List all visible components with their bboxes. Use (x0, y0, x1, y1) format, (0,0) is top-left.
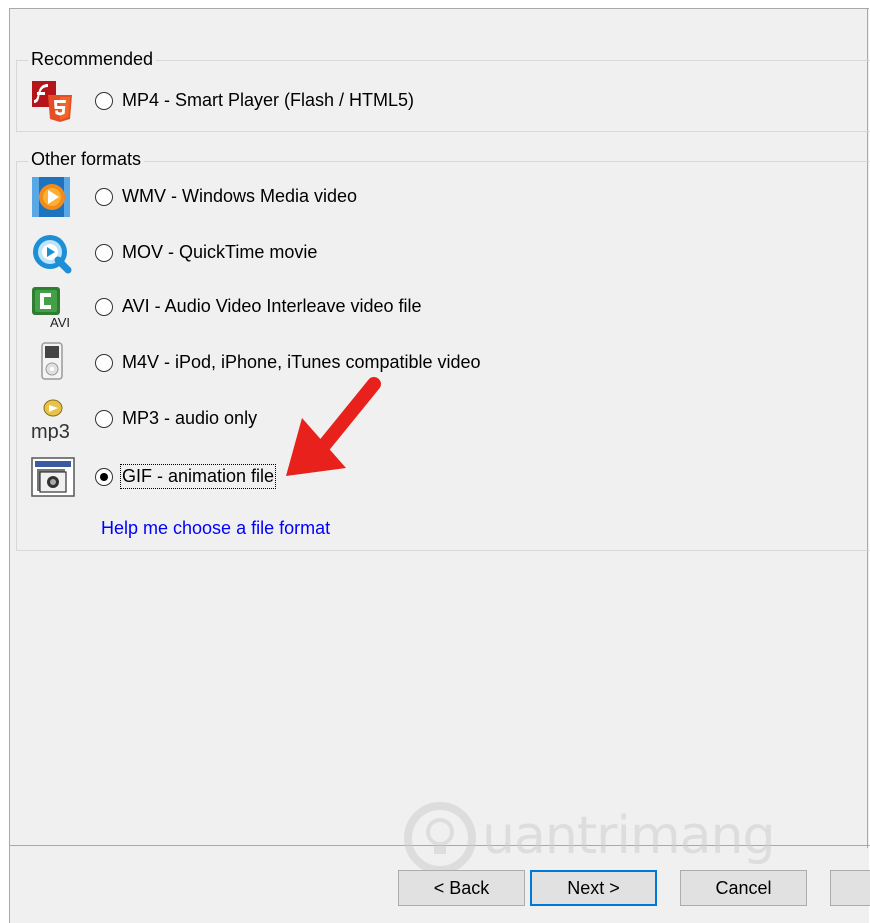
mp3-icon: mp3 (31, 399, 70, 441)
mp3-icon-text: mp3 (31, 421, 70, 441)
mov-label[interactable]: MOV - QuickTime movie (122, 242, 317, 263)
mp4-radio[interactable] (95, 92, 113, 110)
lightbulb-icon (404, 802, 476, 874)
gif-radio[interactable] (95, 468, 113, 486)
avi-icon: AVI (32, 287, 70, 329)
wmv-label[interactable]: WMV - Windows Media video (122, 186, 357, 207)
mp3-label[interactable]: MP3 - audio only (122, 408, 257, 429)
recommended-group-title: Recommended (28, 49, 157, 70)
windows-media-icon (32, 177, 70, 217)
gif-label[interactable]: GIF - animation file (119, 464, 277, 489)
ipod-icon (41, 342, 63, 380)
red-arrow-icon (286, 377, 381, 476)
gif-icon (31, 457, 75, 497)
cancel-button[interactable]: Cancel (680, 870, 807, 906)
help-choose-format-link[interactable]: Help me choose a file format (101, 518, 330, 539)
flash-html5-icon (32, 81, 72, 122)
next-button[interactable]: Next > (530, 870, 657, 906)
avi-label[interactable]: AVI - Audio Video Interleave video file (122, 296, 422, 317)
avi-radio[interactable] (95, 298, 113, 316)
wmv-radio[interactable] (95, 188, 113, 206)
mp3-radio[interactable] (95, 410, 113, 428)
m4v-radio[interactable] (95, 354, 113, 372)
help-button[interactable] (830, 870, 870, 906)
watermark: uantrimang (402, 798, 792, 878)
back-button[interactable]: < Back (398, 870, 525, 906)
other-formats-group-title: Other formats (28, 149, 145, 170)
avi-icon-text: AVI (50, 315, 70, 329)
m4v-label[interactable]: M4V - iPod, iPhone, iTunes compatible vi… (122, 352, 481, 373)
mp4-label[interactable]: MP4 - Smart Player (Flash / HTML5) (122, 90, 414, 111)
mov-radio[interactable] (95, 244, 113, 262)
watermark-text: uantrimang (482, 806, 775, 866)
quicktime-icon (33, 235, 72, 274)
